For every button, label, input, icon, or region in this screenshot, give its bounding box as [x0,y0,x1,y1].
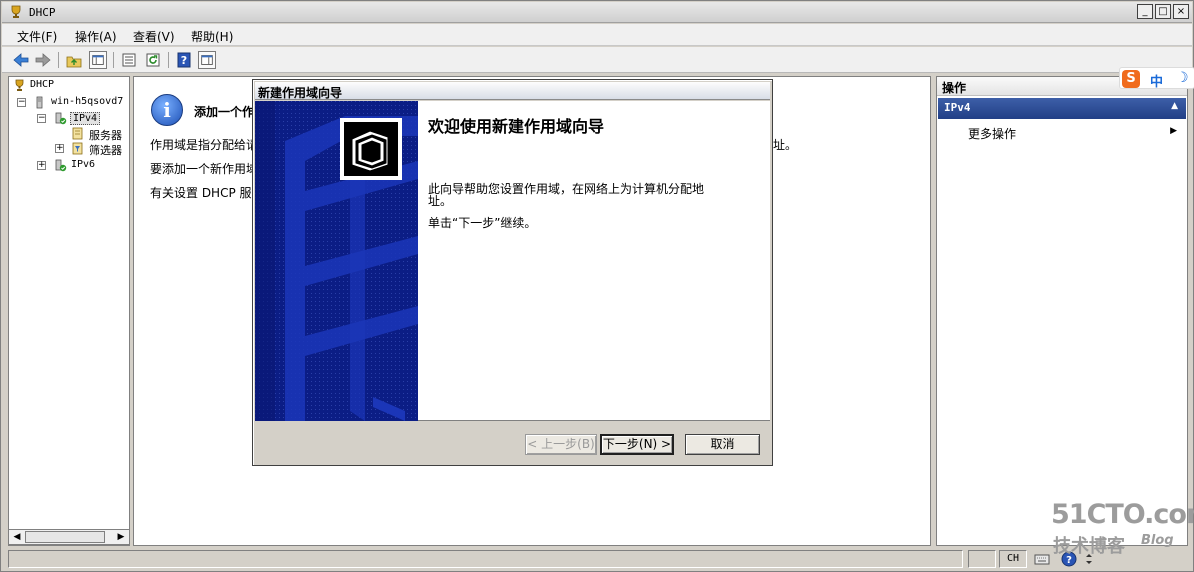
show-hide-tree-icon[interactable] [89,51,107,69]
menu-action[interactable]: 操作(A) [75,28,117,45]
tree-item-ipv6[interactable]: + IPv6 [9,159,129,174]
scroll-left-arrow-icon[interactable]: ◀ [10,531,24,543]
toolbar-separator [58,52,59,68]
show-hide-action-pane-icon[interactable] [198,51,216,69]
status-field-main [8,550,963,568]
collapse-toggle[interactable]: − [37,114,46,123]
scroll-right-arrow-icon[interactable]: ▶ [114,531,128,543]
action-pane-title: 操作 [942,81,967,95]
tree-label-servers: 服务器 [89,129,122,142]
maximize-button[interactable]: □ [1155,4,1171,19]
tree-label-server: win-h5qsovd7 [51,96,124,107]
tree-item-dhcp[interactable]: DHCP [9,79,129,94]
new-scope-wizard-dialog: 新建作用域向导 欢迎使用新建作用域向导 此向导帮助您设置作用域，在网络上为计算机… [252,79,773,466]
collapse-toggle[interactable]: − [17,98,26,107]
ipv4-server-ok-icon [55,112,67,125]
submenu-arrow-icon[interactable]: ▶ [1170,126,1177,136]
tree-label-dhcp: DHCP [30,79,55,90]
info-icon: i [151,94,183,126]
window-controls: _ □ × [1137,4,1189,19]
action-section-ipv4[interactable]: IPv4 ▲ [938,98,1186,119]
refresh-icon[interactable] [144,51,162,69]
next-button[interactable]: 下一步(N) > [600,434,674,455]
filter-icon [72,142,83,155]
scroll-thumb[interactable] [25,531,105,543]
svg-text:?: ? [181,54,187,67]
tree-item-servers[interactable]: 服务器 [9,127,129,142]
tree-label-ipv4: IPv4 [70,112,101,125]
dialog-body: 欢迎使用新建作用域向导 此向导帮助您设置作用域，在网络上为计算机分配地 址。 单… [255,101,770,421]
collapse-up-icon[interactable]: ▲ [1171,101,1178,111]
dhcp-trophy-icon [11,5,21,18]
console-tree: DHCP − win-h5qsovd7 − IPv4 服务器 + 筛选器 + I… [8,76,130,546]
minimize-button[interactable]: _ [1137,4,1153,19]
watermark-site: 51CTO.com [1051,499,1194,530]
main-text-line2: 要添加一个新作用域 [150,162,259,176]
action-section-label: IPv4 [944,101,971,114]
watermark-blog: Blog [1141,533,1174,548]
wizard-desc-line1: 此向导帮助您设置作用域，在网络上为计算机分配地 [428,182,705,196]
main-text-line3: 有关设置 DHCP 服务 [150,186,264,200]
51cto-watermark: 51CTO.com 技术博客 Blog [1051,499,1194,557]
server-icon [36,96,43,109]
tree-item-server[interactable]: − win-h5qsovd7 [9,96,129,111]
main-text-line1: 作用域是指分配给请 [150,138,259,152]
dialog-title-bar[interactable]: 新建作用域向导 [255,82,770,100]
wizard-banner-art [255,101,418,421]
wizard-continue-text: 单击“下一步”继续。 [428,216,537,230]
tree-label-filters: 筛选器 [89,144,122,157]
wizard-heading: 欢迎使用新建作用域向导 [428,117,605,136]
status-field-small [968,550,996,568]
keyboard-icon[interactable] [1034,552,1050,566]
menu-help[interactable]: 帮助(H) [191,28,233,45]
status-bar: CH ? [2,548,1192,570]
server-list-icon [72,127,83,140]
ime-mode-chinese[interactable]: 中 [1150,71,1163,90]
half-width-moon-icon[interactable]: ☽ [1176,70,1189,86]
expand-toggle[interactable]: + [37,161,46,170]
toolbar-separator [168,52,169,68]
action-pane: 操作 IPv4 ▲ 更多操作 ▶ [936,76,1188,546]
ipv6-server-ok-icon [55,159,67,172]
back-button[interactable]: < 上一步(B) [525,434,597,455]
properties-icon[interactable] [120,51,138,69]
wizard-desc-line2: 址。 [428,194,453,208]
toolbar: ? [2,47,1192,73]
menu-bar: 文件(F) 操作(A) 查看(V) 帮助(H) [2,24,1192,46]
expand-toggle[interactable]: + [55,144,64,153]
toolbar-separator [113,52,114,68]
close-button[interactable]: × [1173,4,1189,19]
menu-file[interactable]: 文件(F) [17,28,57,45]
more-actions-item[interactable]: 更多操作 [968,125,1016,142]
tree-item-filters[interactable]: + 筛选器 [9,142,129,157]
dialog-title: 新建作用域向导 [258,86,343,100]
window-title: DHCP [29,6,56,19]
menu-view[interactable]: 查看(V) [133,28,175,45]
cancel-button[interactable]: 取消 [685,434,760,455]
main-text-line1-tail: 址。 [773,138,798,152]
forward-arrow-icon[interactable] [34,51,52,69]
title-bar: DHCP _ □ × [2,2,1192,23]
wizard-side-art [255,101,418,421]
help-icon[interactable]: ? [175,51,193,69]
dhcp-trophy-icon [15,79,24,91]
up-folder-icon[interactable] [65,51,83,69]
tree-item-ipv4[interactable]: − IPv4 [9,112,129,127]
tree-label-ipv6: IPv6 [71,159,96,170]
tree-horizontal-scrollbar[interactable]: ◀ ▶ [8,529,130,545]
language-indicator[interactable]: CH [1007,553,1019,564]
sogou-logo-icon[interactable]: S [1122,70,1140,88]
main-heading: 添加一个作 [194,105,255,119]
watermark-tagline: 技术博客 [1053,536,1125,557]
back-arrow-icon[interactable] [12,51,30,69]
ime-toolbar[interactable]: S 中 ☽ [1119,67,1194,90]
mmc-window: DHCP _ □ × 文件(F) 操作(A) 查看(V) 帮助(H) ? DHC… [0,0,1194,572]
